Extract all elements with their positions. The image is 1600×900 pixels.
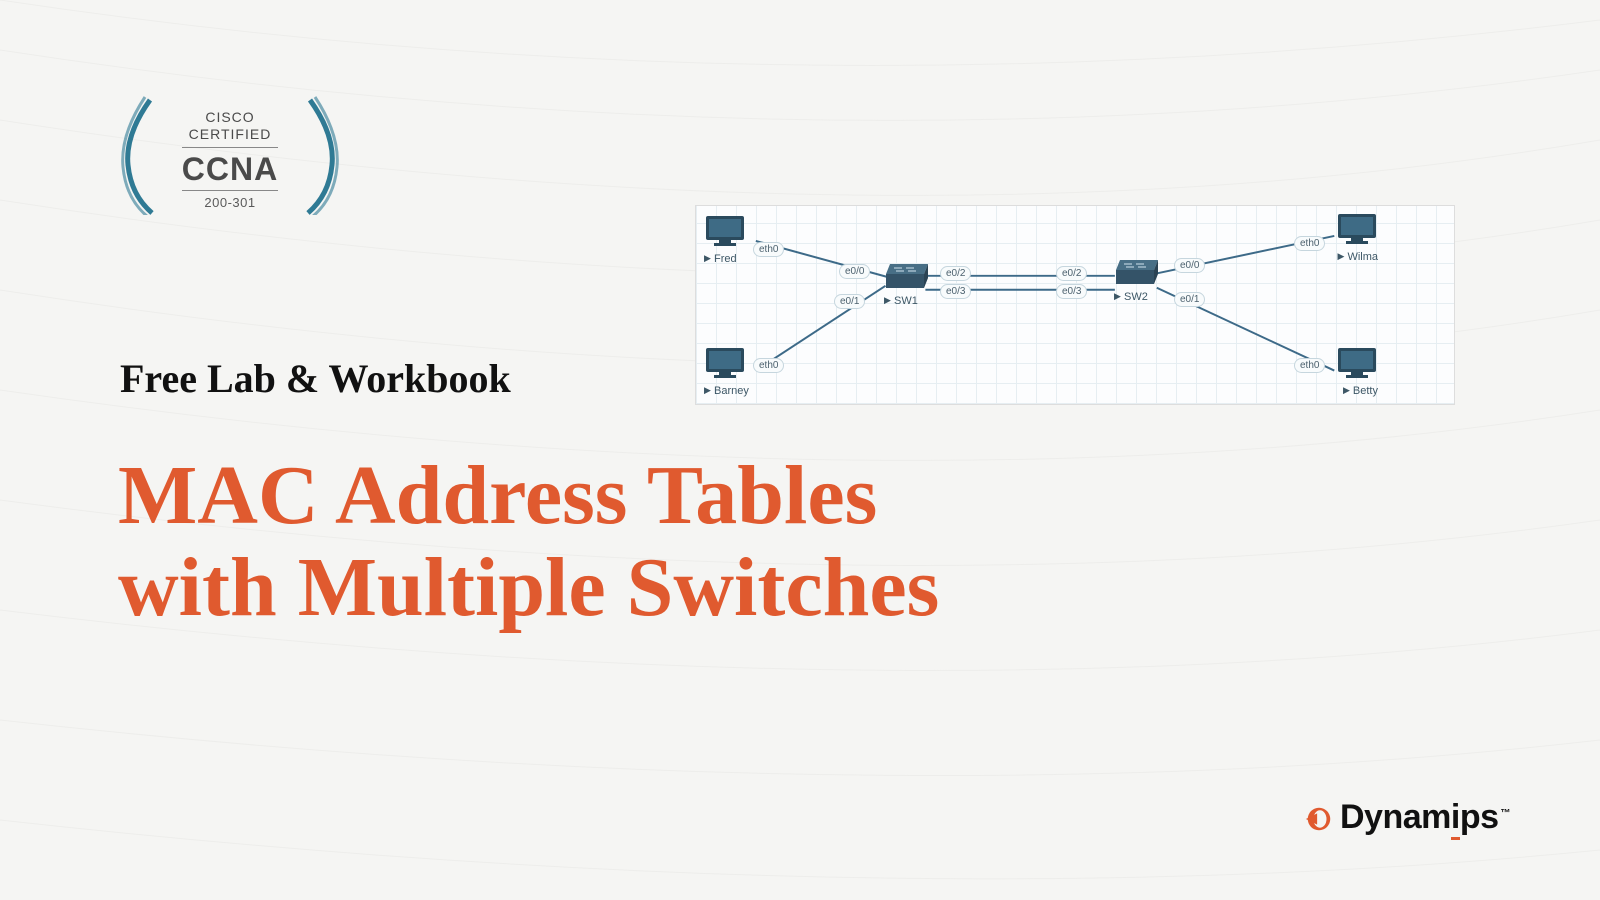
badge-certified: CERTIFIED (189, 126, 272, 142)
host-betty-label: Betty (1353, 385, 1378, 397)
port-sw1-e01: e0/1 (834, 294, 865, 309)
port-sw1-e03: e0/3 (940, 284, 971, 299)
port-betty-eth0: eth0 (1294, 358, 1325, 373)
laurel-right-icon (300, 95, 340, 215)
title-line-2: with Multiple Switches (118, 542, 939, 634)
network-diagram: ▶ Fred eth0 ▶ Barney eth0 ▶ Wilma eth0 ▶… (695, 205, 1455, 405)
port-sw2-e01: e0/1 (1174, 292, 1205, 307)
title-line-1: MAC Address Tables (118, 450, 939, 542)
monitor-icon (1336, 346, 1378, 380)
port-fred-eth0: eth0 (753, 242, 784, 257)
host-betty: ▶ Betty (1336, 346, 1378, 397)
brand-logo: Dynamips™ (1304, 798, 1510, 840)
monitor-icon (1336, 212, 1378, 246)
port-sw1-e00: e0/0 (839, 264, 870, 279)
host-barney-label: Barney (714, 385, 749, 397)
host-fred-label: Fred (714, 253, 737, 265)
brand-name-d: Dynam (1340, 798, 1451, 836)
laurel-left-icon (120, 95, 160, 215)
host-wilma-label: Wilma (1347, 251, 1378, 263)
port-sw2-e02: e0/2 (1056, 266, 1087, 281)
port-wilma-eth0: eth0 (1294, 236, 1325, 251)
brand-mark-icon (1304, 804, 1334, 834)
switch-sw1-label: SW1 (894, 295, 918, 307)
brand-name-i: i (1451, 798, 1460, 840)
brand-tm: ™ (1501, 808, 1511, 819)
badge-ccna: CCNA (182, 147, 278, 191)
switch-sw2-label: SW2 (1124, 291, 1148, 303)
monitor-icon (704, 214, 746, 248)
switch-icon (1114, 258, 1160, 286)
host-fred: ▶ Fred (704, 214, 746, 265)
page-title: MAC Address Tables with Multiple Switche… (118, 450, 939, 635)
host-wilma: ▶ Wilma (1336, 212, 1378, 263)
port-sw2-e00: e0/0 (1174, 258, 1205, 273)
switch-icon (884, 262, 930, 290)
port-sw1-e02: e0/2 (940, 266, 971, 281)
port-sw2-e03: e0/3 (1056, 284, 1087, 299)
brand-name-ps: ps (1460, 798, 1499, 836)
badge-exam-code: 200-301 (182, 195, 278, 211)
switch-sw1: ▶ SW1 (884, 262, 930, 307)
subtitle: Free Lab & Workbook (120, 355, 511, 402)
host-barney: ▶ Barney (704, 346, 749, 397)
monitor-icon (704, 346, 746, 380)
ccna-badge: CISCO CERTIFIED CCNA 200-301 (120, 90, 340, 230)
switch-sw2: ▶ SW2 (1114, 258, 1160, 303)
badge-cisco: CISCO (205, 109, 254, 125)
port-barney-eth0: eth0 (753, 358, 784, 373)
